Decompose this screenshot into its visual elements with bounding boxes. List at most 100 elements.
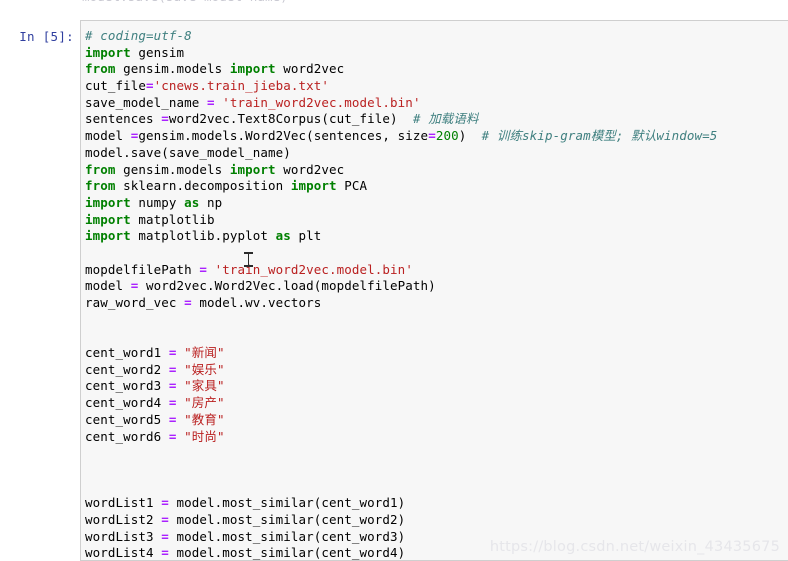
code-token: model.save(save_model_name) [85,144,291,160]
code-token: as [184,194,200,210]
code-token: from [85,178,116,194]
code-line: import numpy as np [85,195,717,212]
code-token: word2vec.Word2Vec.load(mopdelfilePath) [138,278,436,294]
code-token: import [290,178,337,194]
code-token: model.most_similar(cent_word2) [168,511,406,527]
code-line: import gensim [85,45,717,62]
code-token: import [85,228,131,244]
code-line: cent_word1 = "新闻" [85,345,717,362]
code-token: cent_word4 [85,395,169,411]
code-token: import [85,44,131,60]
code-token: np [199,194,223,210]
code-token: = [184,295,192,310]
code-line: raw_word_vec = model.wv.vectors [85,295,717,312]
code-token: = [146,78,154,94]
code-line: model = word2vec.Word2Vec.load(mopdelfil… [85,278,717,295]
code-line: cut_file='cnews.train_jieba.txt' [85,78,717,95]
code-token: "房产" [184,395,225,411]
code-token: import [229,161,276,177]
code-line: import matplotlib.pyplot as plt [85,228,717,245]
code-token: cent_word2 [85,361,169,377]
code-token: PCA [336,178,368,194]
code-token: "教育" [184,411,225,427]
code-token: import [229,61,276,77]
code-token: = [161,511,169,527]
code-token: as [275,228,291,244]
code-token: model [85,278,131,294]
code-token: 'train_word2vec.model.bin' [222,94,421,110]
code-token: model.most_similar(cent_word1) [168,495,406,511]
code-token: wordList2 [85,511,162,527]
code-token: gensim [130,44,185,60]
code-token: cent_word5 [85,411,169,427]
code-token: gensim.models.Word2Vec(sentences, size [138,128,429,144]
code-line: mopdelfilePath = 'train_word2vec.model.b… [85,262,717,279]
code-token: = [199,261,208,277]
code-token: 'cnews.train_jieba.txt' [153,78,330,94]
code-token: = [168,411,177,427]
code-token: # coding=utf-8 [85,28,192,43]
code-line: from gensim.models import word2vec [85,61,717,78]
code-token: model.most_similar(cent_word3) [168,528,406,544]
code-token: = [428,128,436,144]
code-token: from [85,61,116,77]
code-line: wordList3 = model.most_similar(cent_word… [85,529,717,546]
code-token: = [168,428,177,444]
code-token: word2vec [275,61,345,77]
code-token: wordList3 [85,528,162,544]
code-token: matplotlib.pyplot [130,228,276,244]
code-token: cent_word3 [85,378,169,394]
code-token: sklearn.decomposition [115,178,291,194]
code-token: ) [458,128,482,144]
code-token: import [85,211,131,227]
code-token: model [85,128,131,144]
code-token: "家具" [184,378,225,394]
code-token: matplotlib [130,211,215,227]
code-line: cent_word2 = "娱乐" [85,362,717,379]
code-token: = [161,111,169,127]
code-token: wordList1 [85,495,162,511]
code-token: sentences [85,111,162,127]
code-token: cent_word1 [85,345,169,361]
code-token: gensim.models [115,61,230,77]
code-token: = [161,528,169,544]
code-input-area[interactable]: # coding=utf-8 import gensim from gensim.m… [80,20,788,561]
code-line: wordList1 = model.most_similar(cent_word… [85,495,717,512]
code-token: wordList4 [85,545,162,561]
code-token: model.wv.vectors [191,295,322,310]
code-line: wordList2 = model.most_similar(cent_word… [85,512,717,529]
code-token: = [161,545,169,561]
code-token: cent_word6 [85,428,169,444]
code-token: "时尚" [184,428,225,444]
code-line: model =gensim.models.Word2Vec(sentences,… [85,128,717,145]
code-line: from sklearn.decomposition import PCA [85,178,717,195]
code-token: = [168,378,177,394]
code-token: word2vec.Text8Corpus(cut_file) [168,111,413,127]
code-token: "新闻" [184,345,225,361]
code-line: save_model_name = 'train_word2vec.model.… [85,95,717,112]
cell-execution-prompt: In [5]: [19,29,74,44]
code-token: = [168,395,177,411]
code-line: model.save(save_model_name) [85,145,717,162]
code-token: = [168,361,177,377]
code-line: cent_word3 = "家具" [85,378,717,395]
code-token: # 训练skip-gram模型; 默认window=5 [481,128,718,144]
code-token: numpy [130,194,185,210]
code-line: cent_word5 = "教育" [85,412,717,429]
code-token: word2vec [275,161,345,177]
code-token: = [161,495,169,511]
source-code[interactable]: # coding=utf-8 import gensim from gensim.m… [85,28,717,561]
code-token: 200 [435,128,459,144]
code-line: sentences =word2vec.Text8Corpus(cut_file… [85,111,717,128]
code-line: cent_word4 = "房产" [85,395,717,412]
code-token: model.most_similar(cent_word4) [168,545,406,561]
code-token: 'train_word2vec.model.bin' [214,261,413,277]
code-token: import [85,194,131,210]
code-token: # 加载语料 [412,111,479,127]
code-token: cut_file [85,78,147,94]
code-line: cent_word6 = "时尚" [85,429,717,446]
